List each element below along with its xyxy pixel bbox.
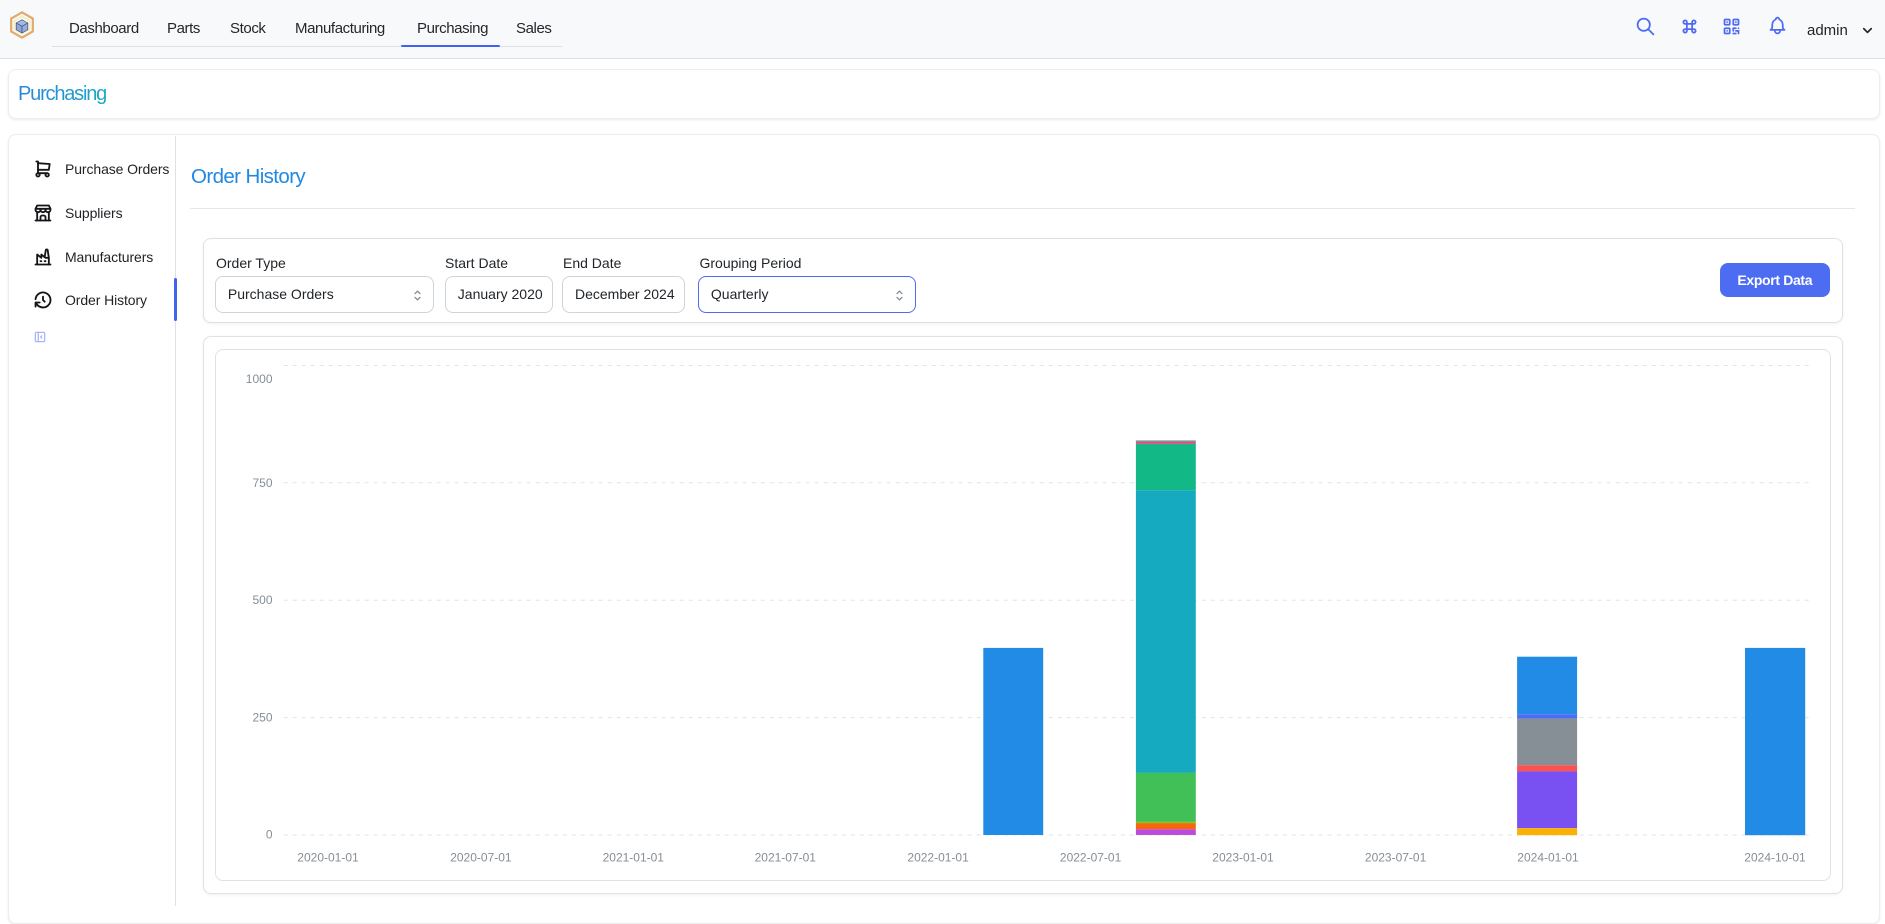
svg-text:2024-01-01: 2024-01-01 xyxy=(1517,850,1579,864)
svg-text:2020-07-01: 2020-07-01 xyxy=(450,850,512,864)
svg-text:750: 750 xyxy=(252,476,272,490)
svg-text:2023-01-01: 2023-01-01 xyxy=(1212,850,1274,864)
svg-text:2024-10-01: 2024-10-01 xyxy=(1744,850,1806,864)
svg-text:1000: 1000 xyxy=(246,372,273,386)
svg-text:2020-01-01: 2020-01-01 xyxy=(297,850,359,864)
svg-text:250: 250 xyxy=(252,710,272,724)
svg-text:2021-01-01: 2021-01-01 xyxy=(603,850,665,864)
svg-text:2022-01-01: 2022-01-01 xyxy=(907,850,969,864)
svg-text:2022-07-01: 2022-07-01 xyxy=(1060,850,1122,864)
svg-text:2023-07-01: 2023-07-01 xyxy=(1365,850,1427,864)
svg-text:0: 0 xyxy=(266,827,273,841)
svg-text:500: 500 xyxy=(252,593,272,607)
svg-text:2021-07-01: 2021-07-01 xyxy=(755,850,817,864)
